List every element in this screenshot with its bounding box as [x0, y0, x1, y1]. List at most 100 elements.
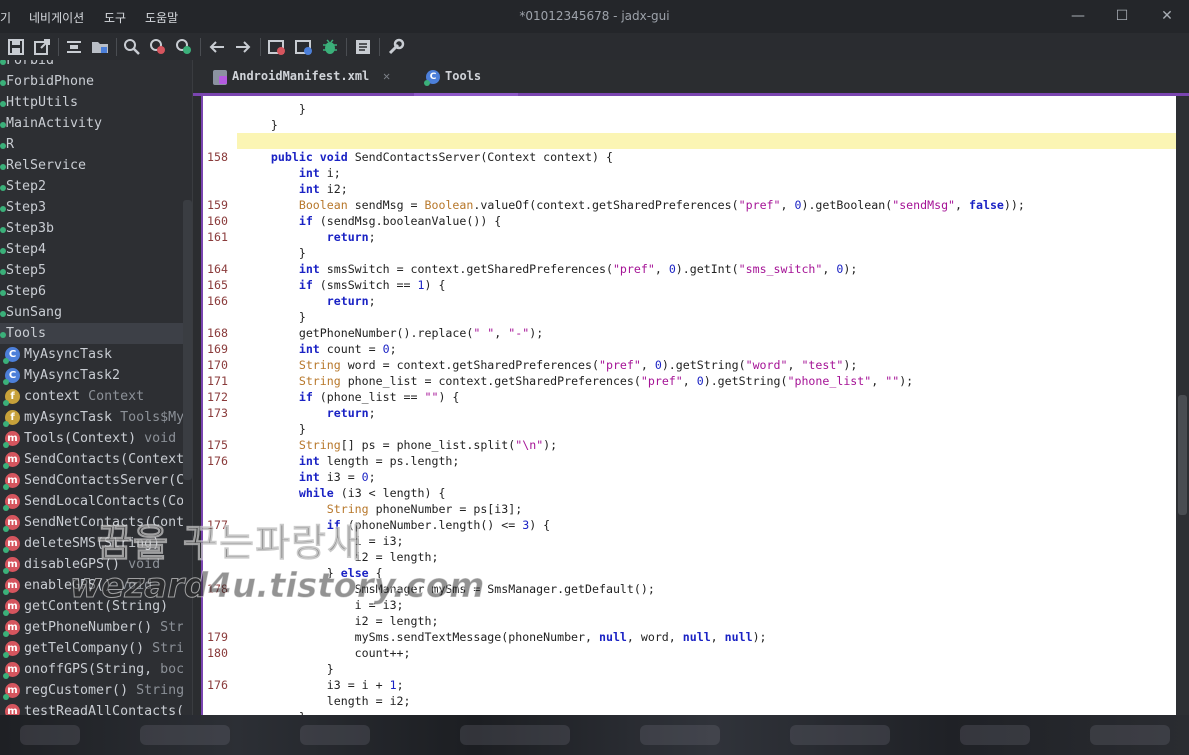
minimize-button[interactable]: —	[1063, 4, 1093, 28]
tree-item[interactable]: C MyAsyncTask	[0, 344, 183, 365]
tree-item[interactable]: m SendNetContacts(Cont	[0, 512, 183, 533]
tree-item[interactable]: m deleteSMS(String)	[0, 533, 183, 554]
taskbar-blurred	[0, 715, 1189, 755]
tree-item[interactable]: m regCustomer() String	[0, 680, 183, 701]
class-view-icon[interactable]	[294, 37, 314, 57]
tree-item[interactable]: m SendContactsServer(C	[0, 470, 183, 491]
tree-scrollbar[interactable]	[183, 200, 192, 480]
code-line: 169 int count = 0;	[203, 341, 1176, 357]
tree-item[interactable]: Tools	[0, 323, 183, 344]
editor-scrollbar[interactable]	[1178, 395, 1187, 515]
tree-item[interactable]: m enableGPS() void	[0, 575, 183, 596]
find-class-icon[interactable]	[148, 37, 168, 57]
code-text: }	[243, 662, 334, 676]
menu-file[interactable]: 기	[0, 9, 11, 26]
tab-close-button[interactable]: ✕	[383, 60, 390, 92]
tree-item-label: myAsyncTask Tools$My	[24, 410, 183, 425]
tree-item-type: void	[144, 431, 177, 446]
tree-item[interactable]: MainActivity	[0, 113, 183, 134]
tree-item[interactable]: HttpUtils	[0, 92, 183, 113]
tree-item[interactable]: Step3	[0, 197, 183, 218]
code-text: mySms.sendTextMessage(phoneNumber, null,…	[243, 630, 767, 644]
tree-item-type: Str	[160, 620, 183, 635]
tab-tools[interactable]: C Tools	[414, 60, 518, 96]
field-icon: f	[3, 410, 20, 427]
tree-item-label: disableGPS() void	[24, 557, 161, 572]
menu-navigation[interactable]: 네비게이션	[29, 9, 84, 26]
line-number: 173	[207, 406, 228, 420]
log-icon[interactable]	[353, 37, 373, 57]
code-line: 176 int length = ps.length;	[203, 453, 1176, 469]
window-title: *01012345678 - jadx-gui	[519, 9, 670, 23]
code-line: 170 String word = context.getSharedPrefe…	[203, 357, 1176, 373]
tree-item[interactable]: SunSang	[0, 302, 183, 323]
line-number: 166	[207, 294, 228, 308]
tree-item[interactable]: m onoffGPS(String, boc	[0, 659, 183, 680]
code-text: String phone_list = context.getSharedPre…	[243, 374, 914, 388]
tree-item-label: MainActivity	[6, 116, 103, 131]
menu-tools[interactable]: 도구	[104, 9, 126, 26]
code-text: if (phone_list == "") {	[243, 390, 460, 404]
save-all-icon[interactable]	[6, 37, 26, 57]
preferences-icon[interactable]	[386, 37, 406, 57]
tree-item[interactable]: m testReadAllContacts(	[0, 701, 183, 715]
method-icon: m	[3, 473, 20, 490]
tree-item[interactable]: ForbidPhone	[0, 71, 183, 92]
code-text: i = i3;	[243, 598, 404, 612]
back-icon[interactable]	[207, 37, 227, 57]
debug-icon[interactable]	[320, 37, 340, 57]
tree-item[interactable]: RelService	[0, 155, 183, 176]
tree-item[interactable]: f myAsyncTask Tools$My	[0, 407, 183, 428]
tree-item[interactable]: Step5	[0, 260, 183, 281]
code-line: 168 getPhoneNumber().replace(" ", "-");	[203, 325, 1176, 341]
tree-item[interactable]: Step3b	[0, 218, 183, 239]
decompile-icon[interactable]	[267, 37, 287, 57]
code-line: int i2;	[203, 181, 1176, 197]
tree-item[interactable]: m SendLocalContacts(Co	[0, 491, 183, 512]
class-tree[interactable]: Forbid ForbidPhone HttpUtils MainActivity R R…	[0, 60, 193, 715]
tree-item[interactable]: Step6	[0, 281, 183, 302]
menu-help[interactable]: 도움말	[145, 9, 178, 26]
export-icon[interactable]	[32, 37, 52, 57]
line-number: 158	[207, 150, 228, 164]
method-icon: m	[3, 662, 20, 679]
tree-item-type: void	[128, 557, 161, 572]
close-button[interactable]: ✕	[1152, 4, 1182, 28]
code-line: 161 return;	[203, 229, 1176, 245]
find-usage-icon[interactable]	[174, 37, 194, 57]
open-folder-icon[interactable]	[90, 37, 110, 57]
tree-item[interactable]: m disableGPS() void	[0, 554, 183, 575]
code-line: 175 String[] ps = phone_list.split("\n")…	[203, 437, 1176, 453]
code-line: String phoneNumber = ps[i3];	[203, 501, 1176, 517]
tree-item[interactable]: m getPhoneNumber() Str	[0, 617, 183, 638]
code-line: 173 return;	[203, 405, 1176, 421]
tree-item[interactable]: f context Context	[0, 386, 183, 407]
tab-android-manifest[interactable]: AndroidManifest.xml ✕	[211, 60, 407, 96]
forward-icon[interactable]	[233, 37, 253, 57]
sync-icon[interactable]	[64, 37, 84, 57]
line-number: 179	[207, 630, 228, 644]
tree-item-label: getPhoneNumber() Str	[24, 620, 183, 635]
code-line: 159 Boolean sendMsg = Boolean.valueOf(co…	[203, 197, 1176, 213]
tree-item[interactable]: C MyAsyncTask2	[0, 365, 183, 386]
tree-item-type: void	[120, 578, 153, 593]
search-icon[interactable]	[122, 37, 142, 57]
line-number: 171	[207, 374, 228, 388]
field-icon: f	[3, 389, 20, 406]
class-icon: C	[424, 70, 440, 86]
code-line: 160 if (sendMsg.booleanValue()) {	[203, 213, 1176, 229]
tree-item[interactable]: Forbid	[0, 60, 183, 71]
tree-item[interactable]: Step4	[0, 239, 183, 260]
code-editor[interactable]: } } 158 public void SendContactsServer(Co…	[201, 96, 1176, 715]
tree-item[interactable]: Step2	[0, 176, 183, 197]
tree-item[interactable]: m getContent(String)	[0, 596, 183, 617]
tree-item-label: RelService	[6, 158, 87, 173]
tree-item[interactable]: m SendContacts(Context	[0, 449, 183, 470]
tree-item-label: SendLocalContacts(Co	[24, 494, 183, 509]
code-text: SmsManager mySms = SmsManager.getDefault…	[243, 582, 655, 596]
maximize-button[interactable]: ☐	[1107, 4, 1137, 28]
tree-item[interactable]: m Tools(Context) void	[0, 428, 183, 449]
tree-item[interactable]: m getTelCompany() Stri	[0, 638, 183, 659]
code-text: if (sendMsg.booleanValue()) {	[243, 214, 502, 228]
tree-item[interactable]: R	[0, 134, 183, 155]
